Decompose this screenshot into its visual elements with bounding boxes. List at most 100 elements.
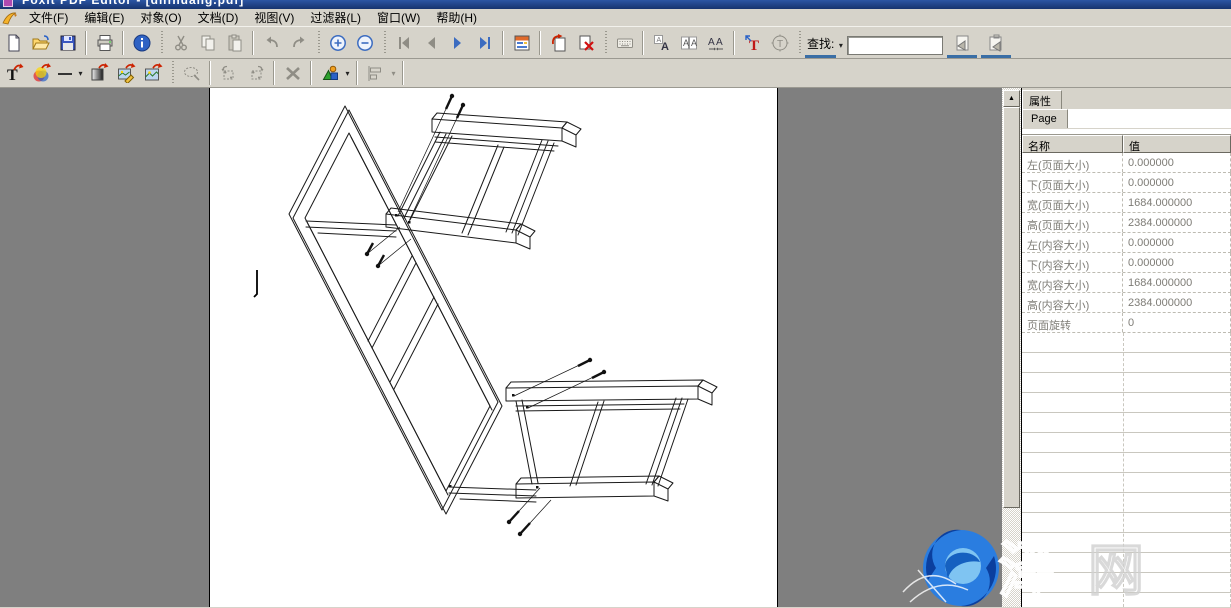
last-page-button[interactable] [471,30,498,56]
property-value[interactable]: 0.000000 [1123,173,1231,192]
font-box-icon: AA [679,33,699,53]
edit-image-button[interactable] [112,60,139,86]
pdf-page[interactable] [209,88,778,607]
rotate-object-right-button[interactable] [242,60,269,86]
first-page-button[interactable] [390,30,417,56]
menu-item[interactable]: 帮助(H) [428,8,485,27]
copy-icon [198,33,218,53]
toolbar-separator [642,31,644,55]
char-spacing-button[interactable]: AA [702,30,729,56]
edit-image-icon [116,63,136,83]
copy-button[interactable] [194,30,221,56]
property-name: 宽(内容大小) [1022,273,1123,292]
menu-item[interactable]: 编辑(E) [76,8,132,27]
add-text-object-button[interactable]: T [0,60,27,86]
next-page-button[interactable] [444,30,471,56]
line-style-dropdown[interactable]: ▾ [76,69,85,78]
properties-panel-header: 属性 [1022,88,1231,109]
property-name: 高(内容大小) [1022,293,1123,312]
find-input[interactable] [847,36,943,55]
toolbar-grip[interactable] [317,31,321,55]
property-name: 左(内容大小) [1022,233,1123,252]
menu-item[interactable]: 窗口(W) [369,8,428,27]
save-icon [58,33,78,53]
cut-button[interactable] [167,30,194,56]
insert-shape-dropdown[interactable]: ▾ [343,69,352,78]
print-button[interactable] [91,30,118,56]
property-value[interactable]: 2384.000000 [1123,213,1231,232]
open-file-button[interactable] [27,30,54,56]
previous-page-button[interactable] [417,30,444,56]
svg-text:A: A [661,41,669,53]
property-value[interactable]: 0.000000 [1123,233,1231,252]
find-next-result-button[interactable] [981,31,1011,58]
color-editor-button[interactable] [27,60,54,86]
scroll-up-button[interactable]: ▲ [1003,90,1020,107]
menu-item[interactable]: 过滤器(L) [302,8,369,27]
lasso-select-button[interactable] [178,60,205,86]
toolbar-grip[interactable] [383,31,387,55]
toolbar-grip[interactable] [160,31,164,55]
cut-icon [171,33,191,53]
tab-page[interactable]: Page [1022,109,1068,128]
property-row: 左(页面大小) 0.000000 [1022,153,1231,173]
property-row: 宽(内容大小) 1684.000000 [1022,273,1231,293]
virtual-keyboard-button[interactable] [611,30,638,56]
property-value[interactable]: 0.000000 [1123,153,1231,172]
text-transform-button[interactable]: T [766,30,793,56]
rotate-object-left-button[interactable] [215,60,242,86]
first-page-icon [394,33,414,53]
property-name: 页面旋转 [1022,313,1123,332]
zoom-out-button[interactable] [351,30,378,56]
property-row: 左(内容大小) 0.000000 [1022,233,1231,253]
add-text-button[interactable]: T [739,30,766,56]
column-header-name: 名称 [1022,135,1123,153]
open-file-icon [31,33,51,53]
line-icon [56,63,74,83]
shading-editor-button[interactable] [85,60,112,86]
property-value[interactable]: 0.000000 [1123,253,1231,272]
line-style-button[interactable] [54,60,76,86]
page-layout-button[interactable] [508,30,535,56]
menu-item[interactable]: 文档(D) [190,8,247,27]
find-previous-result-button[interactable] [947,31,977,58]
vertical-scrollbar[interactable]: ▲ [1002,88,1021,607]
redo-button[interactable] [285,30,312,56]
shapes-icon [320,63,340,83]
document-info-button[interactable] [128,30,155,56]
rotate-page-button[interactable] [545,30,572,56]
zoom-in-button[interactable] [324,30,351,56]
paste-button[interactable] [221,30,248,56]
menu-item[interactable]: 对象(O) [132,8,189,27]
find-previous-result-icon [952,33,972,53]
toolbar-separator [539,31,541,55]
svg-text:A: A [708,37,715,48]
menu-item[interactable]: 视图(V) [246,8,302,27]
font-box-button[interactable]: AA [675,30,702,56]
scroll-up-icon: ▲ [1008,95,1015,102]
menu-item[interactable]: 文件(F) [21,8,76,27]
align-icon [366,63,386,83]
main-area: ▲ 属性 Page 名称 值 左(页面大小) [0,88,1231,607]
delete-object-button[interactable] [279,60,306,86]
scrollbar-thumb[interactable] [1003,107,1020,508]
toolbar-separator [252,31,254,55]
toolbar-grip[interactable] [604,31,608,55]
toolbar-grip[interactable] [171,61,175,85]
save-button[interactable] [54,30,81,56]
undo-button[interactable] [258,30,285,56]
document-workspace[interactable] [0,88,1002,607]
font-replace-button[interactable]: AA [648,30,675,56]
find-dropdown-button[interactable]: ▾ [836,41,845,58]
property-value[interactable]: 1684.000000 [1123,193,1231,212]
new-document-button[interactable] [0,30,27,56]
insert-image-button[interactable] [139,60,166,86]
property-value[interactable]: 2384.000000 [1123,293,1231,312]
object-align-dropdown[interactable]: ▾ [389,69,398,78]
insert-shape-button[interactable] [316,60,343,86]
property-value[interactable]: 0 [1123,313,1231,332]
toolbar-grip[interactable] [798,31,802,55]
property-value[interactable]: 1684.000000 [1123,273,1231,292]
object-align-button[interactable] [362,60,389,86]
delete-page-button[interactable] [572,30,599,56]
